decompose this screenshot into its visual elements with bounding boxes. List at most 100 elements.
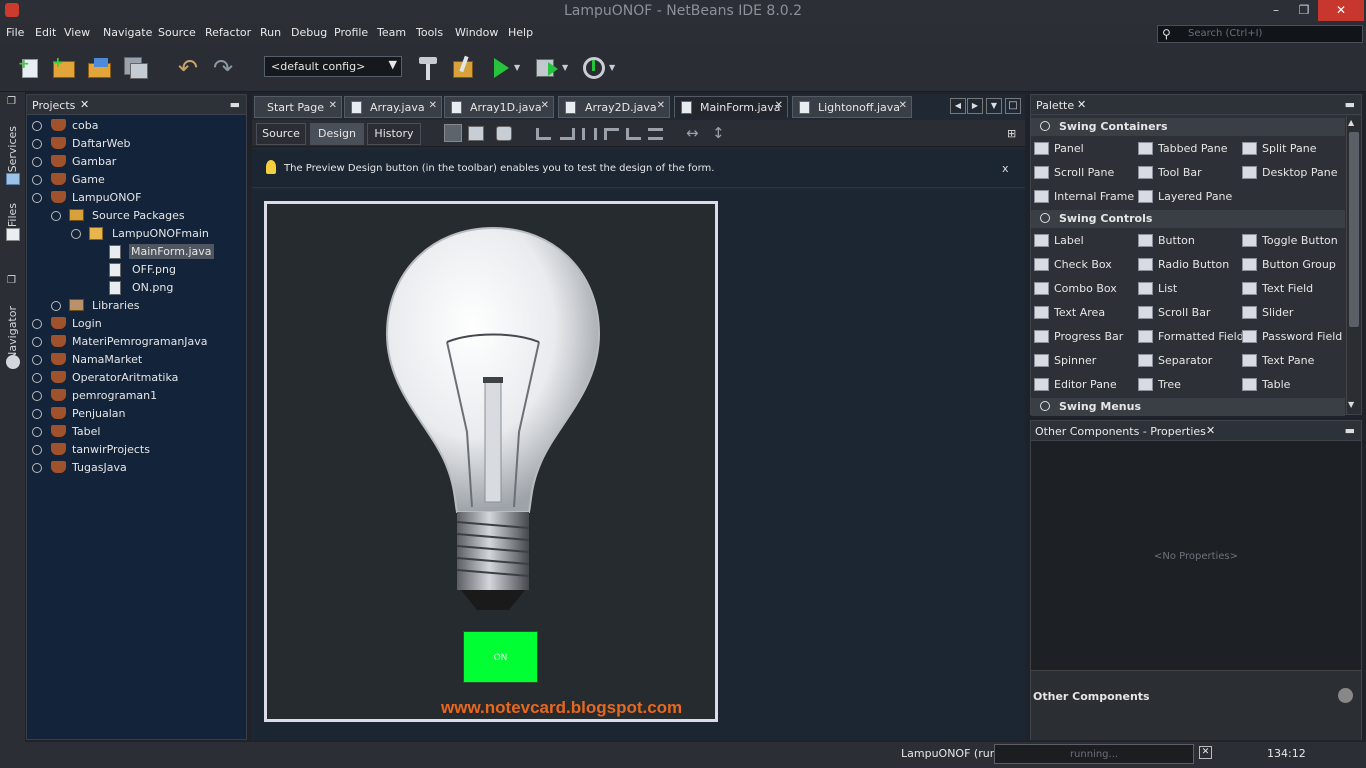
source-view-button[interactable]: Source (256, 123, 306, 145)
minimize-panel-icon[interactable]: ▬ (1345, 98, 1355, 111)
project-game[interactable]: Game (27, 171, 245, 189)
lightbulb-image[interactable] (377, 222, 609, 622)
run-dropdown-icon[interactable]: ▼ (514, 63, 520, 72)
expand-icon[interactable] (32, 175, 42, 185)
tab-array-java[interactable]: Array.java ✕ (344, 96, 442, 118)
expand-icon[interactable] (32, 121, 42, 131)
config-select[interactable]: <default config> ▼ (264, 56, 402, 77)
source-packages[interactable]: Source Packages (27, 207, 245, 225)
expand-icon[interactable] (32, 337, 42, 347)
menu-team[interactable]: Team (377, 26, 406, 39)
align-right-icon[interactable] (560, 128, 575, 140)
file-off-png[interactable]: OFF.png (27, 261, 245, 279)
category-swing-containers[interactable]: Swing Containers (1031, 118, 1345, 136)
menu-source[interactable]: Source (158, 26, 196, 39)
tab-start-page[interactable]: Start Page ✕ (254, 96, 342, 118)
undo-button[interactable]: ↶ (176, 54, 204, 82)
redo-button[interactable]: ↷ (211, 54, 239, 82)
expand-icon[interactable] (32, 355, 42, 365)
project-tabel[interactable]: Tabel (27, 423, 245, 441)
expand-icon[interactable] (32, 391, 42, 401)
tab-array2d-java[interactable]: Array2D.java ✕ (558, 96, 670, 118)
close-icon[interactable]: ✕ (1206, 424, 1215, 437)
align-bottom-icon[interactable] (626, 128, 641, 140)
split-editor-icon[interactable]: ⊞ (1007, 127, 1016, 140)
collapse-icon[interactable] (71, 229, 81, 239)
project-materipemrogramanjava[interactable]: MateriPemrogramanJava (27, 333, 245, 351)
minimize-panel-icon[interactable]: ▬ (230, 98, 240, 111)
maximize-editor-icon[interactable]: □ (1005, 98, 1021, 114)
show-opened-documents-icon[interactable]: ▼ (986, 98, 1002, 114)
scroll-down-icon[interactable]: ▼ (1348, 400, 1354, 409)
profile-button[interactable] (580, 54, 608, 82)
open-project-button[interactable] (86, 54, 114, 82)
resize-horizontal-icon[interactable]: ↔ (686, 124, 699, 142)
expand-icon[interactable] (1040, 401, 1050, 411)
libraries[interactable]: Libraries (27, 297, 245, 315)
close-icon[interactable]: ✕ (1077, 98, 1086, 111)
expand-icon[interactable] (32, 427, 42, 437)
expand-icon[interactable] (32, 139, 42, 149)
navigator-tab[interactable]: Navigator (6, 306, 19, 360)
minimize-button[interactable]: – (1262, 0, 1290, 21)
expand-icon[interactable] (32, 373, 42, 383)
build-button[interactable] (414, 54, 442, 82)
close-icon[interactable]: ✕ (429, 100, 437, 111)
minimize-panel-icon[interactable]: ▬ (1345, 424, 1355, 437)
center-horizontally-icon[interactable] (582, 128, 597, 140)
expand-icon[interactable] (32, 409, 42, 419)
collapse-icon[interactable] (1040, 213, 1050, 223)
center-vertically-icon[interactable] (648, 128, 663, 140)
menu-tools[interactable]: Tools (416, 26, 443, 39)
run-button[interactable] (488, 54, 516, 82)
expand-icon[interactable] (51, 301, 61, 311)
expand-icon[interactable] (32, 445, 42, 455)
new-project-button[interactable]: + (50, 54, 78, 82)
tab-array1d-java[interactable]: Array1D.java ✕ (444, 96, 554, 118)
category-swing-menus[interactable]: Swing Menus (1031, 398, 1345, 416)
expand-icon[interactable] (32, 463, 42, 473)
restore-window-icon[interactable]: ❐ (7, 96, 16, 107)
navigator-restore-icon[interactable]: ❐ (7, 275, 16, 286)
project-penjualan[interactable]: Penjualan (27, 405, 245, 423)
clean-build-button[interactable] (450, 54, 478, 82)
menu-window[interactable]: Window (455, 26, 498, 39)
tab-lightonoff-java[interactable]: Lightonoff.java ✕ (792, 96, 912, 118)
align-left-icon[interactable] (536, 128, 551, 140)
project-pemrograman1[interactable]: pemrograman1 (27, 387, 245, 405)
hint-close-button[interactable]: x (1002, 162, 1009, 175)
help-icon[interactable] (1338, 688, 1353, 703)
menu-view[interactable]: View (64, 26, 90, 39)
maximize-button[interactable]: ❐ (1290, 0, 1318, 21)
collapse-icon[interactable] (32, 193, 42, 203)
project-coba[interactable]: coba (27, 117, 245, 135)
close-button[interactable]: ✕ (1318, 0, 1364, 21)
new-file-button[interactable]: + (16, 54, 44, 82)
history-view-button[interactable]: History (367, 123, 421, 145)
close-icon[interactable]: ✕ (80, 98, 89, 111)
project-namamarket[interactable]: NamaMarket (27, 351, 245, 369)
menu-run[interactable]: Run (260, 26, 281, 39)
collapse-icon[interactable] (1040, 121, 1050, 131)
resize-vertical-icon[interactable]: ↕ (712, 124, 725, 142)
services-tab[interactable]: Services (6, 126, 19, 172)
menu-navigate[interactable]: Navigate (103, 26, 152, 39)
project-login[interactable]: Login (27, 315, 245, 333)
project-operatoraritmatika[interactable]: OperatorAritmatika (27, 369, 245, 387)
scroll-tabs-right-icon[interactable]: ▶ (967, 98, 983, 114)
file-mainform-java[interactable]: MainForm.java (27, 243, 245, 261)
debug-dropdown-icon[interactable]: ▼ (562, 63, 568, 72)
project-lampuonof[interactable]: LampuONOF (27, 189, 245, 207)
category-swing-controls[interactable]: Swing Controls (1031, 210, 1345, 228)
cancel-task-button[interactable]: ✕ (1199, 746, 1212, 759)
expand-icon[interactable] (32, 319, 42, 329)
menu-profile[interactable]: Profile (334, 26, 368, 39)
search-input[interactable]: ⚲ Search (Ctrl+I) (1157, 25, 1363, 43)
close-icon[interactable]: ✕ (775, 100, 783, 111)
package-lampuonofmain[interactable]: LampuONOFmain (27, 225, 245, 243)
file-on-png[interactable]: ON.png (27, 279, 245, 297)
scroll-tabs-left-icon[interactable]: ◀ (950, 98, 966, 114)
project-tugasjava[interactable]: TugasJava (27, 459, 245, 477)
menu-file[interactable]: File (6, 26, 24, 39)
connection-mode-icon[interactable] (468, 126, 484, 141)
